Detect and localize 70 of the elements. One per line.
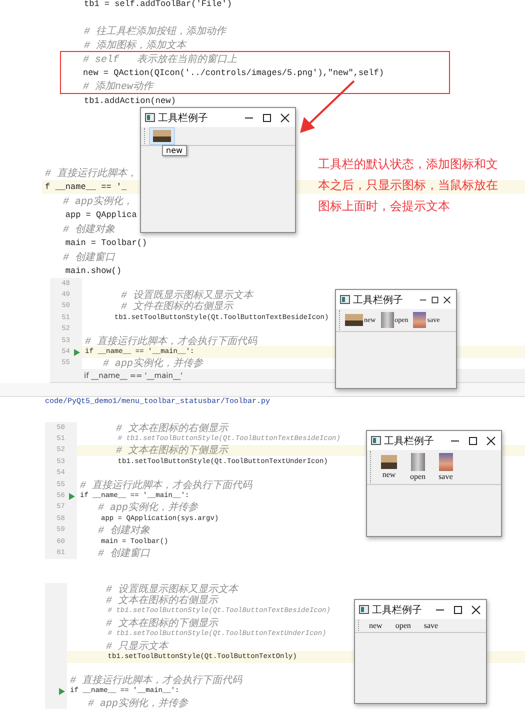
annotation-text: 工具栏的默认状态，添加图标和文本之后，只显示图标，当鼠标放在图标上面时，会提示文本 bbox=[318, 156, 499, 215]
code-comment: # 文本在图标的右侧显示 bbox=[105, 594, 218, 608]
code-comment: # 创建窗口 bbox=[97, 546, 150, 560]
code-comment: # 文本在图标的下侧显示 bbox=[105, 616, 218, 630]
app-icon bbox=[371, 436, 381, 445]
code-comment: # 直接运行此脚本，才会执行下面代码 bbox=[84, 334, 258, 348]
code-comment: # 文本在图标的右侧显示 bbox=[115, 422, 228, 435]
run-icon[interactable] bbox=[59, 688, 65, 695]
photo-placeholder bbox=[413, 312, 426, 328]
code-comment: # app实例化，并传参 bbox=[102, 356, 204, 370]
code-line: tb1 = self.addToolBar('File') bbox=[83, 0, 232, 9]
window-title: 工具栏例子 bbox=[384, 434, 435, 448]
code-comment: # 添加new动作 bbox=[82, 80, 154, 94]
code-comment: # 创建对象 bbox=[97, 524, 150, 538]
code-comment: # 设置既显示图标又显示文本 bbox=[120, 288, 254, 302]
toolbar-grip[interactable] bbox=[358, 620, 361, 631]
code-comment: # 直接运行此脚本， bbox=[44, 166, 138, 180]
maximize-icon[interactable] bbox=[453, 604, 463, 614]
code-line: f __name__ == '_ bbox=[44, 182, 127, 192]
code-comment: # app实例化，并传参 bbox=[97, 500, 198, 514]
code-comment: # 创建窗口 bbox=[62, 250, 116, 264]
maximize-icon[interactable] bbox=[431, 296, 439, 304]
window-title: 工具栏例子 bbox=[158, 112, 209, 124]
toolbar-grip[interactable] bbox=[144, 128, 147, 144]
toolbar-button[interactable]: open bbox=[390, 620, 416, 631]
code-line: app = QApplica bbox=[64, 210, 137, 220]
code-comment: # app实例化， bbox=[62, 194, 134, 208]
code-comment: # 直接运行此脚本，才会执行下面代码 bbox=[79, 478, 252, 492]
code-line: new = QAction(QIcon('../controls/images/5.png'),"new",self) bbox=[82, 68, 384, 78]
close-icon[interactable] bbox=[486, 436, 496, 446]
run-icon[interactable] bbox=[74, 348, 80, 356]
toolbar-button[interactable]: open bbox=[405, 451, 431, 483]
code-line: main.show() bbox=[64, 266, 122, 276]
close-icon[interactable] bbox=[443, 296, 451, 304]
toolbar-grip[interactable] bbox=[370, 451, 373, 483]
photo-placeholder bbox=[410, 453, 425, 471]
photo-placeholder bbox=[438, 453, 453, 471]
window-title: 工具栏例子 bbox=[353, 294, 404, 306]
code-line: main = Toolbar() bbox=[64, 238, 148, 248]
close-icon[interactable] bbox=[471, 604, 481, 614]
toolbar-button[interactable] bbox=[150, 128, 174, 144]
app-icon bbox=[359, 605, 369, 614]
photo-placeholder bbox=[153, 130, 171, 142]
photo-placeholder bbox=[345, 314, 363, 326]
code-comment: # 设置既显示图标又显示文本 bbox=[105, 582, 238, 596]
code-comment: # self 表示放在当前的窗口上 bbox=[82, 52, 238, 66]
photo-placeholder bbox=[381, 455, 397, 469]
photo-placeholder bbox=[380, 312, 394, 328]
toolbar-button[interactable]: new bbox=[376, 453, 402, 481]
toolbar-grip[interactable] bbox=[339, 310, 342, 330]
code-comment: # app实例化，并传参 bbox=[87, 696, 188, 710]
code-comment: # 添加图标，添加文本 bbox=[83, 38, 186, 52]
code-comment: # 文本在图标的下侧显示 bbox=[115, 444, 228, 458]
code-comment: # 往工具栏添加按钮，添加动作 bbox=[83, 24, 226, 38]
maximize-icon[interactable] bbox=[468, 436, 478, 446]
close-icon[interactable] bbox=[280, 112, 290, 122]
toolbar-button[interactable]: save bbox=[434, 451, 458, 483]
app-icon bbox=[340, 295, 350, 304]
maximize-icon[interactable] bbox=[262, 112, 272, 122]
code-comment: # 文件在图标的右侧显示 bbox=[120, 300, 234, 314]
code-comment: # 只显示文本 bbox=[105, 640, 168, 653]
toolbar-button[interactable]: new bbox=[364, 620, 388, 631]
window-title: 工具栏例子 bbox=[372, 604, 423, 616]
run-icon[interactable] bbox=[69, 492, 75, 500]
tooltip: new bbox=[162, 145, 187, 156]
code-comment: # 直接运行此脚本，才会执行下面代码 bbox=[69, 674, 242, 687]
code-line: tb1.addAction(new) bbox=[83, 96, 176, 106]
code-comment: # 创建对象 bbox=[62, 222, 116, 236]
toolbar-button[interactable]: save bbox=[418, 620, 444, 631]
app-icon bbox=[145, 113, 155, 122]
